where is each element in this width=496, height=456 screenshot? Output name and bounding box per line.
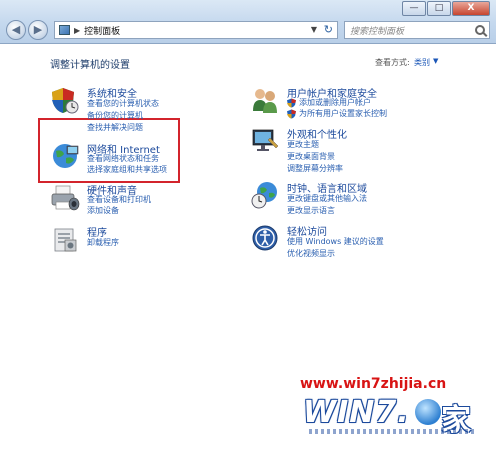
watermark-logo: WIN7. 家	[303, 395, 478, 441]
category-network: 网络和 Internet 查看网络状态和任务 选择家庭组和共享选项	[50, 141, 200, 181]
link-optimize-display[interactable]: 优化视频显示	[287, 248, 335, 259]
uac-shield-icon	[287, 109, 296, 119]
link-find-fix-problems[interactable]: 查找并解决问题	[87, 122, 143, 133]
logo-globe-icon	[415, 399, 441, 425]
search-placeholder: 搜索控制面板	[350, 26, 405, 37]
shield-icon[interactable]	[50, 85, 80, 115]
users-icon[interactable]	[250, 85, 280, 115]
watermark-url: www.win7zhijia.cn	[300, 376, 447, 392]
link-screen-resolution[interactable]: 调整屏幕分辨率	[287, 163, 343, 174]
category-appearance: 外观和个性化 更改主题 更改桌面背景 调整屏幕分辨率	[250, 126, 450, 174]
category-programs: 程序 卸载程序	[50, 224, 200, 264]
close-button[interactable]: X	[452, 1, 490, 16]
maximize-button[interactable]: □	[427, 1, 451, 16]
breadcrumb-control-panel[interactable]: 控制面板	[84, 24, 120, 37]
chevron-down-icon[interactable]: ▼	[433, 57, 438, 65]
link-display-language[interactable]: 更改显示语言	[287, 205, 335, 216]
main-content: 调整计算机的设置 查看方式: 类别 ▼ 系统和安全 查看您的计算机状态 备份您的…	[0, 45, 496, 456]
category-hardware-sound: 硬件和声音 查看设备和打印机 添加设备	[50, 182, 200, 222]
category-clock-language-region: 时钟、语言和区域 更改键盘或其他输入法 更改显示语言	[250, 180, 450, 220]
link-change-theme[interactable]: 更改主题	[287, 139, 319, 150]
link-change-input-method[interactable]: 更改键盘或其他输入法	[287, 193, 367, 204]
title-nav-bar: — □ X ◀ ▶ ▶ 控制面板 ▼ ↻ 搜索控制面板	[0, 0, 496, 44]
view-by-label: 查看方式:	[375, 58, 410, 67]
navigation-row: ◀ ▶ ▶ 控制面板 ▼ ↻ 搜索控制面板	[4, 19, 492, 41]
link-add-remove-accounts[interactable]: 添加或删除用户帐户	[299, 97, 371, 108]
breadcrumb-arrow-icon[interactable]: ▶	[74, 26, 80, 35]
uac-shield-icon	[287, 98, 296, 108]
back-button[interactable]: ◀	[6, 20, 26, 40]
appearance-icon[interactable]	[250, 126, 280, 156]
link-parental-controls[interactable]: 为所有用户设置家长控制	[299, 108, 387, 119]
link-view-computer-status[interactable]: 查看您的计算机状态	[87, 98, 159, 109]
window-controls: — □ X	[402, 1, 490, 16]
control-panel-icon	[59, 25, 70, 35]
printer-icon[interactable]	[50, 182, 80, 212]
category-user-accounts: 用户帐户和家庭安全 添加或删除用户帐户 为所有用户设置家长控制	[250, 85, 450, 125]
clock-globe-icon[interactable]	[250, 180, 280, 210]
logo-underline	[309, 429, 474, 434]
page-title: 调整计算机的设置	[50, 60, 130, 71]
link-recommended-settings[interactable]: 使用 Windows 建议的设置	[287, 236, 384, 247]
forward-button[interactable]: ▶	[28, 20, 48, 40]
search-icon[interactable]	[475, 25, 485, 35]
link-homegroup-sharing[interactable]: 选择家庭组和共享选项	[87, 164, 167, 175]
minimize-button[interactable]: —	[402, 1, 426, 16]
category-ease-of-access: 轻松访问 使用 Windows 建议的设置 优化视频显示	[250, 223, 450, 263]
refresh-icon[interactable]: ↻	[324, 23, 333, 36]
link-uninstall-program[interactable]: 卸载程序	[87, 237, 119, 248]
category-system-security: 系统和安全 查看您的计算机状态 备份您的计算机 查找并解决问题	[50, 85, 190, 145]
address-dropdown-icon[interactable]: ▼	[311, 25, 317, 34]
search-input[interactable]: 搜索控制面板	[344, 21, 490, 39]
logo-text: WIN7.	[303, 395, 410, 430]
link-network-status[interactable]: 查看网络状态和任务	[87, 153, 159, 164]
link-desktop-background[interactable]: 更改桌面背景	[287, 151, 335, 162]
address-bar[interactable]: ▶ 控制面板 ▼ ↻	[54, 21, 338, 39]
programs-icon[interactable]	[50, 224, 80, 254]
link-devices-printers[interactable]: 查看设备和打印机	[87, 194, 151, 205]
network-globe-icon[interactable]	[50, 141, 80, 171]
ease-of-access-icon[interactable]	[250, 223, 280, 253]
view-by-dropdown[interactable]: 类别	[414, 57, 430, 68]
link-add-device[interactable]: 添加设备	[87, 205, 119, 216]
link-backup-computer[interactable]: 备份您的计算机	[87, 110, 143, 121]
